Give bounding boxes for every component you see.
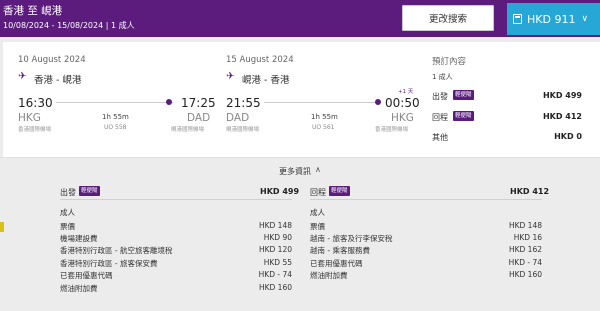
- total-price: HKD 911: [527, 12, 576, 26]
- section-divider: [0, 157, 600, 158]
- outbound-dep-time: 16:30: [18, 96, 53, 110]
- outbound-dep-code: HKG: [18, 112, 41, 124]
- detail-outbound-row-amount: HKD 148: [258, 221, 292, 230]
- search-route: 香港 至 峴港: [3, 5, 63, 17]
- inbound-dep-airport: 峴港國際機場: [226, 127, 260, 133]
- detail-inbound-row-label: 已套用優惠代碼: [310, 259, 363, 268]
- booking-summary-title: 預訂內容: [432, 57, 467, 67]
- inbound-arrival-dot: [375, 99, 381, 105]
- detail-outbound-row-label: 香港特別行政區 - 航空旅客離境稅: [60, 246, 173, 255]
- summary-inbound-amount: HKD 412: [542, 112, 582, 121]
- detail-inbound-row-label: 票價: [310, 222, 325, 231]
- outbound-dep-airport: 香港國際機場: [18, 127, 52, 133]
- detail-inbound-amount: HKD 412: [510, 187, 550, 196]
- summary-inbound-fare-badge: 輕便陽: [453, 111, 474, 121]
- detail-inbound-row-amount: HKD 148: [508, 221, 542, 230]
- detail-inbound-row-amount: HKD 162: [508, 245, 542, 254]
- outbound-arr-code: DAD: [187, 112, 211, 124]
- outbound-arr-time: 17:25: [181, 96, 216, 110]
- outbound-date: 10 August 2024: [18, 55, 86, 65]
- change-search-button[interactable]: 更改搜索: [402, 5, 494, 31]
- inbound-flight-number: UO 561: [312, 124, 335, 131]
- detail-inbound-row-label: 燃油附加費: [310, 271, 348, 280]
- outbound-timeline: [56, 102, 173, 103]
- detail-outbound-row-label: 票價: [60, 222, 75, 231]
- inbound-duration: 1h 55m: [311, 113, 338, 121]
- chevron-down-icon: ∨: [581, 14, 589, 24]
- detail-outbound-divider: [60, 199, 292, 200]
- inbound-timeline: [264, 102, 381, 103]
- calculator-icon: [513, 14, 522, 24]
- detail-outbound-row-label: 燃油附加費: [60, 284, 98, 293]
- detail-outbound-row-label: 已套用優惠代碼: [60, 271, 113, 280]
- detail-inbound-row-label: 越南 - 旅客及行李保安稅: [310, 234, 393, 243]
- summary-inbound-label: 回程: [432, 113, 448, 122]
- side-tab-marker: [0, 222, 4, 232]
- detail-inbound-row-label: 越南 - 乘客服務費: [310, 246, 370, 255]
- detail-outbound-row-amount: HKD 90: [263, 233, 292, 242]
- summary-outbound-label: 出發: [432, 92, 448, 101]
- inbound-dep-code: DAD: [226, 112, 250, 124]
- detail-inbound-fare-badge: 輕便陽: [329, 186, 350, 196]
- detail-inbound-pax: 成人: [310, 208, 325, 217]
- total-price-button[interactable]: HKD 911 ∨: [507, 3, 600, 35]
- top-bar: 香港 至 峴港 10/08/2024 - 15/08/2024 | 1 成人 更…: [0, 0, 600, 37]
- summary-other-amount: HKD 0: [554, 132, 582, 141]
- detail-inbound-divider: [310, 199, 542, 200]
- detail-outbound-pax: 成人: [60, 208, 75, 217]
- detail-inbound-row-amount: HKD 16: [513, 233, 542, 242]
- detail-inbound-row-amount: HKD - 74: [508, 258, 542, 267]
- flight-summary-panel: [3, 42, 600, 157]
- search-summary: 10/08/2024 - 15/08/2024 | 1 成人: [3, 21, 135, 30]
- outbound-flight-number: UO 558: [104, 124, 127, 131]
- summary-outbound-amount: HKD 499: [542, 91, 582, 100]
- outbound-arr-airport: 峴港國際機場: [171, 127, 205, 133]
- inbound-arr-time: 00:50: [385, 96, 420, 110]
- outbound-duration: 1h 55m: [102, 113, 129, 121]
- landing-icon: ✈: [226, 71, 235, 82]
- outbound-arrival-dot: [166, 99, 172, 105]
- more-info-toggle[interactable]: 更多資訊: [279, 166, 311, 177]
- detail-outbound-amount: HKD 499: [260, 187, 300, 196]
- detail-outbound-label: 出發: [60, 188, 76, 197]
- detail-inbound-row-amount: HKD 160: [508, 270, 542, 279]
- detail-inbound-label: 回程: [310, 188, 326, 197]
- inbound-date: 15 August 2024: [226, 55, 294, 65]
- detail-outbound-row-amount: HKD 55: [263, 258, 292, 267]
- summary-other-label: 其他: [432, 133, 448, 142]
- inbound-arr-airport: 香港國際機場: [375, 127, 409, 133]
- detail-outbound-row-label: 機場建設費: [60, 234, 98, 243]
- inbound-route: 峴港 - 香港: [242, 75, 290, 86]
- inbound-dep-time: 21:55: [226, 96, 261, 110]
- summary-outbound-fare-badge: 輕便陽: [453, 90, 474, 100]
- detail-outbound-row-amount: HKD 160: [258, 283, 292, 292]
- takeoff-icon: ✈: [18, 71, 27, 82]
- day-offset-badge: +1 天: [398, 89, 414, 95]
- detail-outbound-row-amount: HKD - 74: [258, 270, 292, 279]
- outbound-route: 香港 - 峴港: [34, 75, 82, 86]
- detail-outbound-row-amount: HKD 120: [258, 245, 292, 254]
- inbound-arr-code: HKG: [391, 112, 414, 124]
- detail-outbound-fare-badge: 輕便陽: [79, 186, 100, 196]
- chevron-up-icon[interactable]: ∧: [315, 165, 321, 174]
- detail-outbound-row-label: 香港特別行政區 - 旅客保安費: [60, 259, 158, 268]
- booking-summary-pax: 1 成人: [432, 73, 453, 81]
